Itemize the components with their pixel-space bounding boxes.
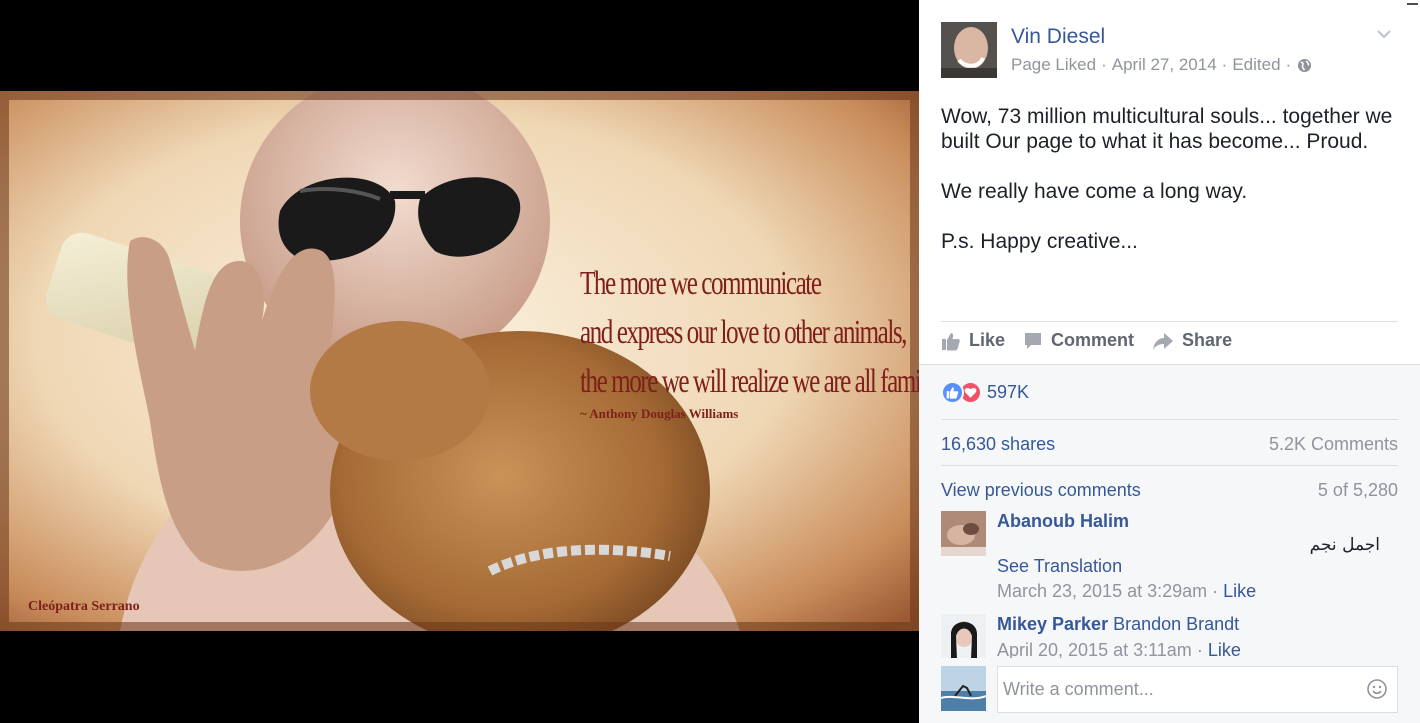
comments-scroll-clip: Mikey Parker Brandon Brandt April 20, 20… bbox=[919, 611, 1420, 658]
photo-credit: Cleópatra Serrano bbox=[28, 599, 140, 614]
commenter-avatar[interactable] bbox=[941, 511, 986, 556]
divider bbox=[941, 321, 1398, 322]
viewer-avatar-image bbox=[941, 666, 986, 711]
comment-button[interactable]: Comment bbox=[1023, 330, 1134, 351]
post-paragraph: We really have come a long way. bbox=[941, 180, 1248, 203]
author-name[interactable]: Vin Diesel bbox=[1011, 25, 1105, 49]
meta-separator: · bbox=[1101, 55, 1107, 74]
quote-line: The more we communicate bbox=[580, 265, 822, 302]
meta-separator: · bbox=[1285, 55, 1292, 74]
post-sidebar: Vin Diesel Page Liked · April 27, 2014 ·… bbox=[919, 0, 1420, 723]
post-body: Wow, 73 million multicultural souls... t… bbox=[941, 104, 1401, 279]
divider bbox=[941, 465, 1398, 466]
comment-input[interactable] bbox=[997, 666, 1398, 713]
comment-item: Mikey Parker Brandon Brandt April 20, 20… bbox=[941, 614, 1398, 658]
author-avatar-image bbox=[941, 22, 997, 78]
comment-timestamp[interactable]: April 20, 2015 at 3:11am bbox=[997, 640, 1192, 658]
comment-meta: April 20, 2015 at 3:11am · Like bbox=[997, 640, 1241, 658]
share-label: Share bbox=[1182, 330, 1233, 350]
divider bbox=[941, 419, 1398, 420]
post-paragraph: P.s. Happy creative... bbox=[941, 230, 1138, 253]
shares-count[interactable]: 16,630 shares bbox=[941, 434, 1055, 455]
comment-like-link[interactable]: Like bbox=[1223, 581, 1256, 601]
commenter-name[interactable]: Abanoub Halim bbox=[997, 511, 1129, 532]
tagged-user-link[interactable]: Brandon Brandt bbox=[1113, 614, 1239, 634]
meta-separator: · bbox=[1221, 55, 1228, 74]
close-dash-icon[interactable] bbox=[1407, 3, 1418, 5]
thumbs-up-icon bbox=[942, 332, 960, 350]
reactions-summary[interactable]: 597K bbox=[941, 381, 1029, 404]
viewer-avatar[interactable] bbox=[941, 666, 986, 711]
emoji-smiley-icon[interactable] bbox=[1366, 678, 1388, 700]
post-photo[interactable]: The more we communicate and express our … bbox=[0, 91, 919, 631]
comment-item: Abanoub Halim اجمل نجم See Translation M… bbox=[941, 511, 1398, 611]
share-button[interactable]: Share bbox=[1152, 330, 1232, 351]
view-previous-comments-link[interactable]: View previous comments bbox=[941, 480, 1141, 501]
reactions-count: 597K bbox=[987, 382, 1030, 402]
comments-pagination-count: 5 of 5,280 bbox=[1317, 480, 1398, 500]
photo-viewer: The more we communicate and express our … bbox=[0, 0, 919, 723]
commenter-name: Mikey Parker Brandon Brandt bbox=[997, 614, 1239, 635]
share-arrow-icon bbox=[1153, 332, 1174, 350]
commenter-avatar[interactable] bbox=[941, 614, 986, 658]
meta-separator: · bbox=[1212, 581, 1224, 601]
engagement-panel: 597K 16,630 shares 5.2K Comments View pr… bbox=[919, 364, 1420, 723]
like-button[interactable]: Like bbox=[941, 330, 1005, 351]
see-translation-link[interactable]: See Translation bbox=[997, 556, 1122, 577]
comment-timestamp[interactable]: March 23, 2015 at 3:29am bbox=[997, 581, 1207, 601]
quote-author: ~ Anthony Douglas Williams bbox=[580, 406, 739, 421]
comment-label: Comment bbox=[1051, 330, 1135, 350]
page-liked-status[interactable]: Page Liked bbox=[1011, 55, 1096, 75]
comment-bubble-icon bbox=[1025, 332, 1042, 349]
comment-like-link[interactable]: Like bbox=[1208, 640, 1241, 658]
commenter-name-link[interactable]: Mikey Parker bbox=[997, 614, 1108, 634]
globe-icon[interactable] bbox=[1297, 58, 1312, 73]
comment-composer bbox=[941, 666, 1398, 713]
like-label: Like bbox=[969, 330, 1006, 350]
quote-line: and express our love to other animals, bbox=[580, 314, 907, 351]
post-paragraph: Wow, 73 million multicultural souls... t… bbox=[941, 105, 1393, 153]
comment-meta: March 23, 2015 at 3:29am · Like bbox=[997, 581, 1256, 602]
quote-text: The more we communicate and express our … bbox=[580, 259, 919, 406]
commenter-avatar-image bbox=[941, 614, 986, 658]
chevron-down-icon[interactable] bbox=[1376, 26, 1392, 42]
like-reaction-icon bbox=[941, 381, 964, 404]
post-date[interactable]: April 27, 2014 bbox=[1112, 55, 1217, 75]
edited-label[interactable]: Edited bbox=[1232, 55, 1280, 75]
comment-text: اجمل نجم bbox=[1309, 535, 1380, 555]
comments-count[interactable]: 5.2K Comments bbox=[1269, 434, 1398, 455]
author-avatar[interactable] bbox=[941, 22, 997, 78]
meta-separator: · bbox=[1196, 640, 1208, 658]
action-bar: Like Comment Share bbox=[941, 330, 1250, 351]
quote-line: the more we will realize we are all fami… bbox=[580, 363, 919, 400]
commenter-avatar-image bbox=[941, 511, 986, 556]
post-meta: Page Liked · April 27, 2014 · Edited · bbox=[1011, 55, 1312, 75]
